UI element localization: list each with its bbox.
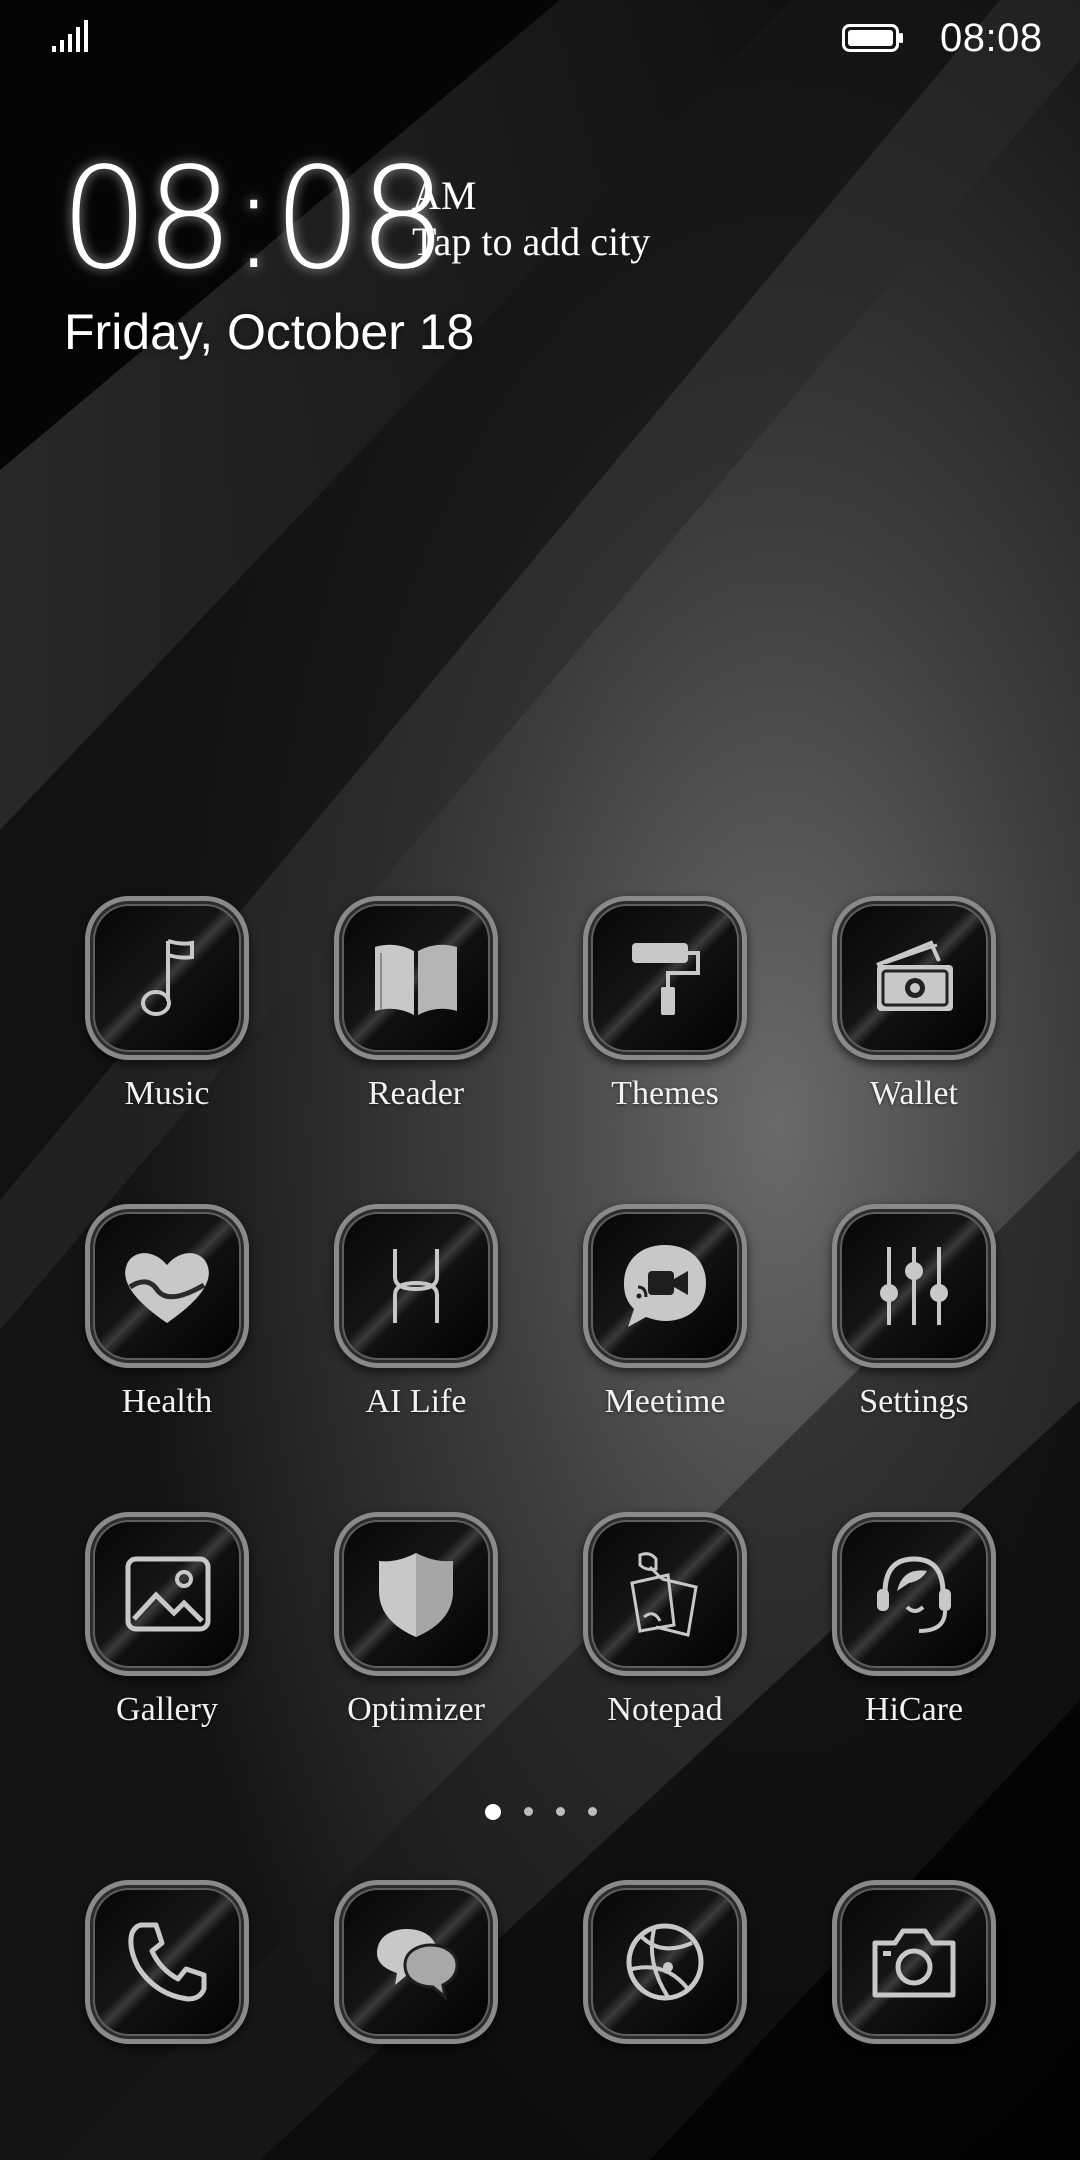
add-city-link[interactable]: Tap to add city <box>412 218 650 266</box>
page-indicator[interactable] <box>480 1801 600 1823</box>
dock-messages[interactable] <box>294 1880 544 2140</box>
app-notepad[interactable]: Notepad <box>543 1512 793 1772</box>
app-label: Settings <box>859 1383 969 1420</box>
app-meetime[interactable]: Meetime <box>543 1204 793 1464</box>
clock-widget[interactable]: 08:08 AM Tap to add city Friday, October… <box>60 150 780 380</box>
dock <box>0 1880 1080 2050</box>
dock-phone[interactable] <box>45 1880 295 2140</box>
app-tile[interactable] <box>85 896 249 1060</box>
app-label: Notepad <box>607 1691 723 1728</box>
app-tile[interactable] <box>832 1512 996 1676</box>
clock-am-pm: AM <box>412 173 477 218</box>
app-label: Music <box>124 1075 210 1112</box>
app-tile[interactable] <box>85 1512 249 1676</box>
app-label: HiCare <box>864 1691 964 1728</box>
headset-agent-icon <box>877 1556 951 1633</box>
video-chat-icon <box>624 1245 706 1327</box>
status-bar-time: 08:08 <box>940 16 1043 60</box>
app-tile[interactable] <box>334 896 498 1060</box>
phone-icon <box>128 1922 207 2002</box>
camera-icon <box>872 1928 956 1998</box>
app-grid: Music Reader Themes Wallet Health AI Lif… <box>0 896 1080 1756</box>
open-book-icon <box>375 944 457 1015</box>
messages-icon <box>377 1929 459 2001</box>
page-dot[interactable] <box>588 1807 597 1816</box>
music-note-icon <box>141 939 194 1016</box>
app-health[interactable]: Health <box>45 1204 295 1464</box>
wallet-cash-icon <box>876 940 953 1011</box>
paint-roller-icon <box>632 943 700 1015</box>
page-dot-active[interactable] <box>485 1804 501 1820</box>
heart-icon <box>125 1253 209 1323</box>
battery-icon <box>842 24 903 52</box>
signal-strength-icon <box>52 20 88 52</box>
app-tile[interactable] <box>583 1512 747 1676</box>
app-settings[interactable]: Settings <box>792 1204 1042 1464</box>
page-dot[interactable] <box>556 1807 565 1816</box>
app-label: Optimizer <box>347 1691 485 1728</box>
clock-time[interactable]: 08:08 <box>60 150 447 290</box>
app-wallet[interactable]: Wallet <box>792 896 1042 1156</box>
app-tile[interactable] <box>583 1880 747 2044</box>
app-tile[interactable] <box>334 1512 498 1676</box>
page-dot[interactable] <box>524 1807 533 1816</box>
app-tile[interactable] <box>832 1880 996 2044</box>
notepad-icon <box>630 1552 698 1637</box>
app-gallery[interactable]: Gallery <box>45 1512 295 1772</box>
app-label: Meetime <box>604 1383 726 1420</box>
clock-date[interactable]: Friday, October 18 <box>64 302 474 362</box>
app-tile[interactable] <box>583 896 747 1060</box>
app-label: Wallet <box>870 1075 958 1112</box>
app-label: Reader <box>367 1075 465 1112</box>
app-tile[interactable] <box>832 896 996 1060</box>
app-optimizer[interactable]: Optimizer <box>294 1512 544 1772</box>
app-label: Themes <box>611 1075 719 1112</box>
app-hicare[interactable]: HiCare <box>792 1512 1042 1772</box>
sliders-icon <box>880 1247 948 1325</box>
dock-camera[interactable] <box>792 1880 1042 2140</box>
app-tile[interactable] <box>583 1204 747 1368</box>
app-tile[interactable] <box>85 1204 249 1368</box>
ai-life-icon <box>393 1249 439 1323</box>
image-icon <box>125 1556 211 1632</box>
dock-browser[interactable] <box>543 1880 793 2140</box>
app-themes[interactable]: Themes <box>543 896 793 1156</box>
app-music[interactable]: Music <box>45 896 295 1156</box>
status-bar: 08:08 <box>0 0 1080 72</box>
shield-icon <box>379 1553 453 1637</box>
app-reader[interactable]: Reader <box>294 896 544 1156</box>
browser-icon <box>626 1923 704 2001</box>
app-tile[interactable] <box>334 1204 498 1368</box>
app-tile[interactable] <box>334 1880 498 2044</box>
app-tile[interactable] <box>85 1880 249 2044</box>
app-ai-life[interactable]: AI Life <box>294 1204 544 1464</box>
app-label: Gallery <box>116 1691 218 1728</box>
app-label: AI Life <box>365 1383 467 1420</box>
app-tile[interactable] <box>832 1204 996 1368</box>
app-label: Health <box>121 1383 213 1420</box>
